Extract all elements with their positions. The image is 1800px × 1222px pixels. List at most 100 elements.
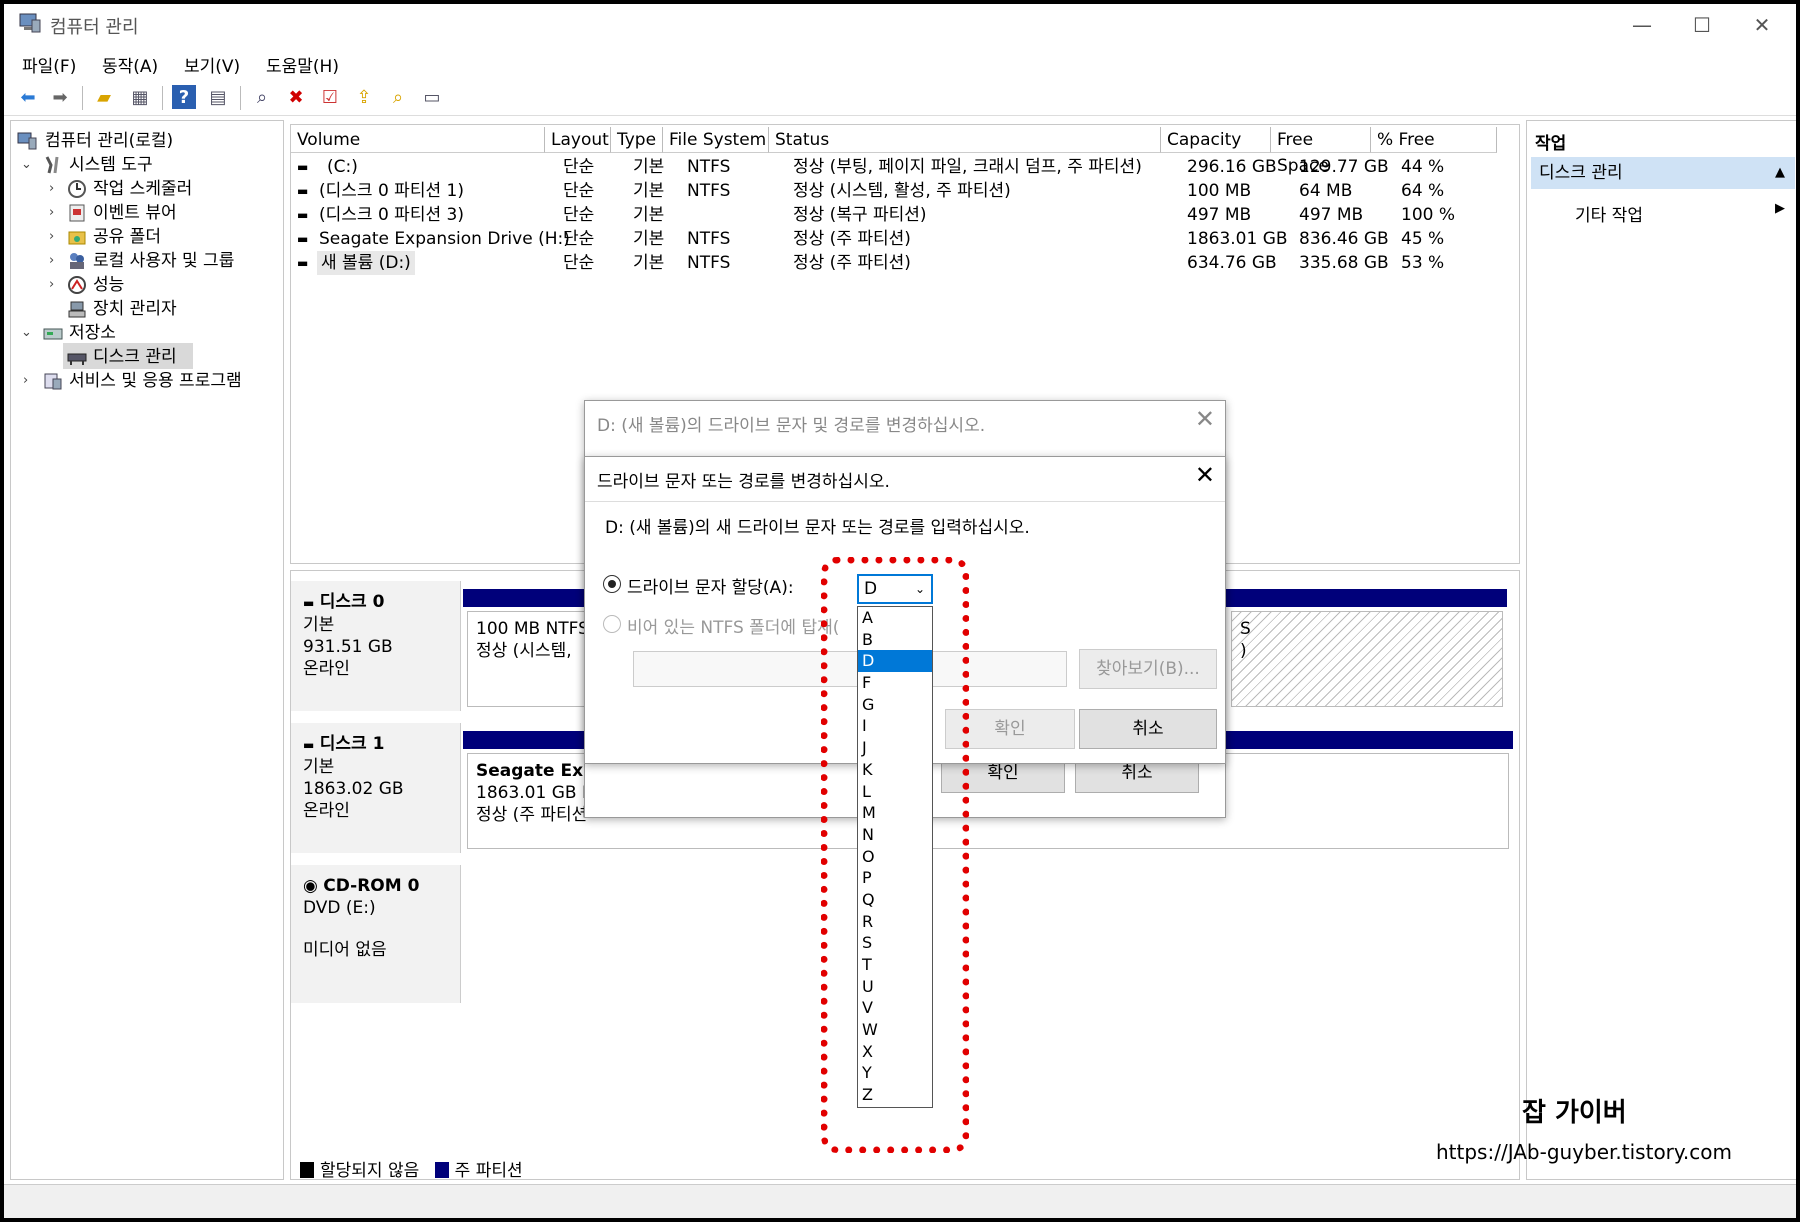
tree-disk-management[interactable]: 디스크 관리	[93, 345, 177, 369]
close-button[interactable]: ✕	[1734, 8, 1790, 42]
chevron-right-icon[interactable]: ›	[49, 205, 54, 220]
cdrom-state: 미디어 없음	[303, 940, 387, 960]
menu-help[interactable]: 도움말(H)	[266, 52, 339, 77]
back-icon[interactable]: ⬅	[16, 85, 40, 109]
col-file-system[interactable]: File System	[663, 127, 769, 153]
menu-action[interactable]: 동작(A)	[102, 52, 158, 77]
disk0-label[interactable]: ▬ 디스크 0 기본 931.51 GB 온라인	[291, 581, 461, 711]
col-volume[interactable]: Volume	[291, 127, 545, 153]
chevron-right-icon[interactable]: ›	[49, 277, 54, 292]
tree-task-scheduler[interactable]: 작업 스케줄러	[93, 177, 192, 201]
volume-fs: NTFS	[687, 253, 731, 273]
disk0-part1-size: 100 MB NTFS	[476, 619, 587, 639]
tree-local-users[interactable]: 로컬 사용자 및 그룹	[93, 249, 234, 273]
legend-swatch-unallocated	[300, 1162, 314, 1178]
tree-system-tools[interactable]: 시스템 도구	[69, 153, 153, 177]
task-scheduler-icon	[68, 180, 86, 198]
legend-unallocated: 할당되지 않음	[320, 1161, 420, 1181]
actions-more[interactable]: 기타 작업 ▶	[1575, 201, 1785, 226]
connect-icon[interactable]: ⌕	[250, 85, 274, 109]
tree-storage[interactable]: 저장소	[69, 321, 116, 345]
browse-button[interactable]: 찾아보기(B)...	[1079, 649, 1217, 689]
cdrom-icon: ◉	[303, 876, 318, 896]
volume-capacity: 497 MB	[1187, 205, 1252, 225]
volume-layout: 단순	[563, 253, 595, 273]
computer-management-icon	[17, 132, 37, 150]
disk0-partition-recovery[interactable]: S )	[1231, 611, 1503, 707]
col-percent-free[interactable]: % Free	[1371, 127, 1497, 153]
table-row[interactable]: ▬ (디스크 0 파티션 1) 단순 기본 NTFS 정상 (시스템, 활성, …	[291, 179, 1517, 203]
cdrom-label[interactable]: ◉ CD-ROM 0 DVD (E:) 미디어 없음	[291, 865, 461, 1003]
col-free-space[interactable]: Free Space	[1271, 127, 1371, 176]
table-row[interactable]: ▬ (디스크 0 파티션 3) 단순 기본 정상 (복구 파티션) 497 MB…	[291, 203, 1517, 227]
maximize-button[interactable]: ☐	[1674, 8, 1730, 42]
cancel-button[interactable]: 취소	[1079, 709, 1217, 749]
tree-performance[interactable]: 성능	[93, 273, 124, 297]
mount-folder-radio[interactable]	[603, 615, 621, 633]
disk0-partition-system[interactable]: 100 MB NTFS 정상 (시스템,	[467, 611, 587, 707]
disk1-label[interactable]: ▬ 디스크 1 기본 1863.02 GB 온라인	[291, 723, 461, 853]
chevron-down-icon[interactable]: ⌄	[21, 157, 32, 172]
chevron-right-icon[interactable]: ›	[49, 253, 54, 268]
table-row[interactable]: ▬ 새 볼륨 (D:) 단순 기본 NTFS 정상 (주 파티션) 634.76…	[291, 251, 1517, 275]
list-view-icon[interactable]: ▭	[420, 85, 444, 109]
volume-free: 497 MB	[1299, 205, 1364, 225]
services-icon	[44, 373, 62, 390]
volume-layout: 단순	[563, 205, 595, 225]
forward-icon[interactable]: ➡	[48, 85, 72, 109]
close-icon[interactable]: ✕	[1195, 461, 1215, 489]
col-layout[interactable]: Layout	[545, 127, 611, 153]
minimize-button[interactable]: —	[1614, 8, 1670, 42]
close-icon[interactable]: ✕	[1195, 405, 1215, 433]
disk0-size: 931.51 GB	[303, 637, 393, 657]
table-row[interactable]: ▬ (C:) 단순 기본 NTFS 정상 (부팅, 페이지 파일, 크래시 덤프…	[291, 155, 1517, 179]
chevron-down-icon[interactable]: ⌄	[21, 325, 32, 340]
table-row[interactable]: ▬ Seagate Expansion Drive (H:) 단순 기본 NTF…	[291, 227, 1517, 251]
collapse-icon[interactable]: ▲	[1775, 157, 1785, 189]
properties-icon[interactable]: ▤	[206, 85, 230, 109]
delete-icon[interactable]: ✖	[284, 85, 308, 109]
tree-device-manager[interactable]: 장치 관리자	[93, 297, 177, 321]
disk1-size: 1863.02 GB	[303, 779, 404, 799]
tree-event-viewer[interactable]: 이벤트 뷰어	[93, 201, 177, 225]
volume-layout: 단순	[563, 229, 595, 249]
disk-management-icon	[67, 353, 87, 365]
volume-percent: 44 %	[1401, 157, 1445, 177]
checklist-icon[interactable]: ☑	[318, 85, 342, 109]
system-tools-icon	[45, 156, 59, 174]
assign-letter-radio[interactable]	[603, 575, 621, 593]
navigation-tree: 컴퓨터 관리(로컬) ⌄ 시스템 도구 › 작업 스케줄러 › 이벤트 뷰어 ›…	[10, 120, 284, 1180]
menu-file[interactable]: 파일(F)	[22, 52, 76, 77]
watermark-url: https://JAb-guyber.tistory.com	[1436, 1140, 1732, 1164]
disk0-type: 기본	[303, 615, 335, 635]
col-capacity[interactable]: Capacity	[1161, 127, 1271, 153]
help-icon[interactable]: ?	[172, 85, 196, 109]
event-viewer-icon	[69, 204, 85, 222]
volume-capacity: 1863.01 GB	[1187, 229, 1288, 249]
disk0-name: 디스크 0	[319, 592, 385, 612]
tree-shared-folders[interactable]: 공유 폴더	[93, 225, 161, 249]
chevron-right-icon[interactable]: ›	[49, 181, 54, 196]
local-users-icon	[70, 253, 84, 269]
folder-up-icon[interactable]: ⇪	[352, 85, 376, 109]
disk0-part-right-text: )	[1240, 641, 1247, 661]
chevron-right-icon[interactable]: ›	[49, 229, 54, 244]
disk0-part-right-text: S	[1240, 619, 1251, 639]
menu-view[interactable]: 보기(V)	[184, 52, 240, 77]
arrow-right-icon: ▶	[1775, 201, 1785, 216]
tree-services[interactable]: 서비스 및 응용 프로그램	[69, 369, 242, 393]
search-folder-icon[interactable]: ⌕	[386, 85, 410, 109]
actions-disk-management[interactable]: 디스크 관리 ▲	[1531, 157, 1795, 189]
tree-root[interactable]: 컴퓨터 관리(로컬)	[45, 129, 173, 153]
up-folder-icon[interactable]: ▰	[92, 85, 116, 109]
volume-status: 정상 (주 파티션)	[793, 253, 911, 273]
col-type[interactable]: Type	[611, 127, 663, 153]
volume-type: 기본	[633, 181, 665, 201]
storage-icon	[43, 328, 63, 340]
show-hide-tree-icon[interactable]: ▦	[128, 85, 152, 109]
volume-name: 새 볼륨 (D:)	[317, 251, 415, 275]
volume-status: 정상 (부팅, 페이지 파일, 크래시 덤프, 주 파티션)	[793, 157, 1142, 177]
chevron-right-icon[interactable]: ›	[23, 373, 28, 388]
volume-status: 정상 (복구 파티션)	[793, 205, 927, 225]
col-status[interactable]: Status	[769, 127, 1161, 153]
